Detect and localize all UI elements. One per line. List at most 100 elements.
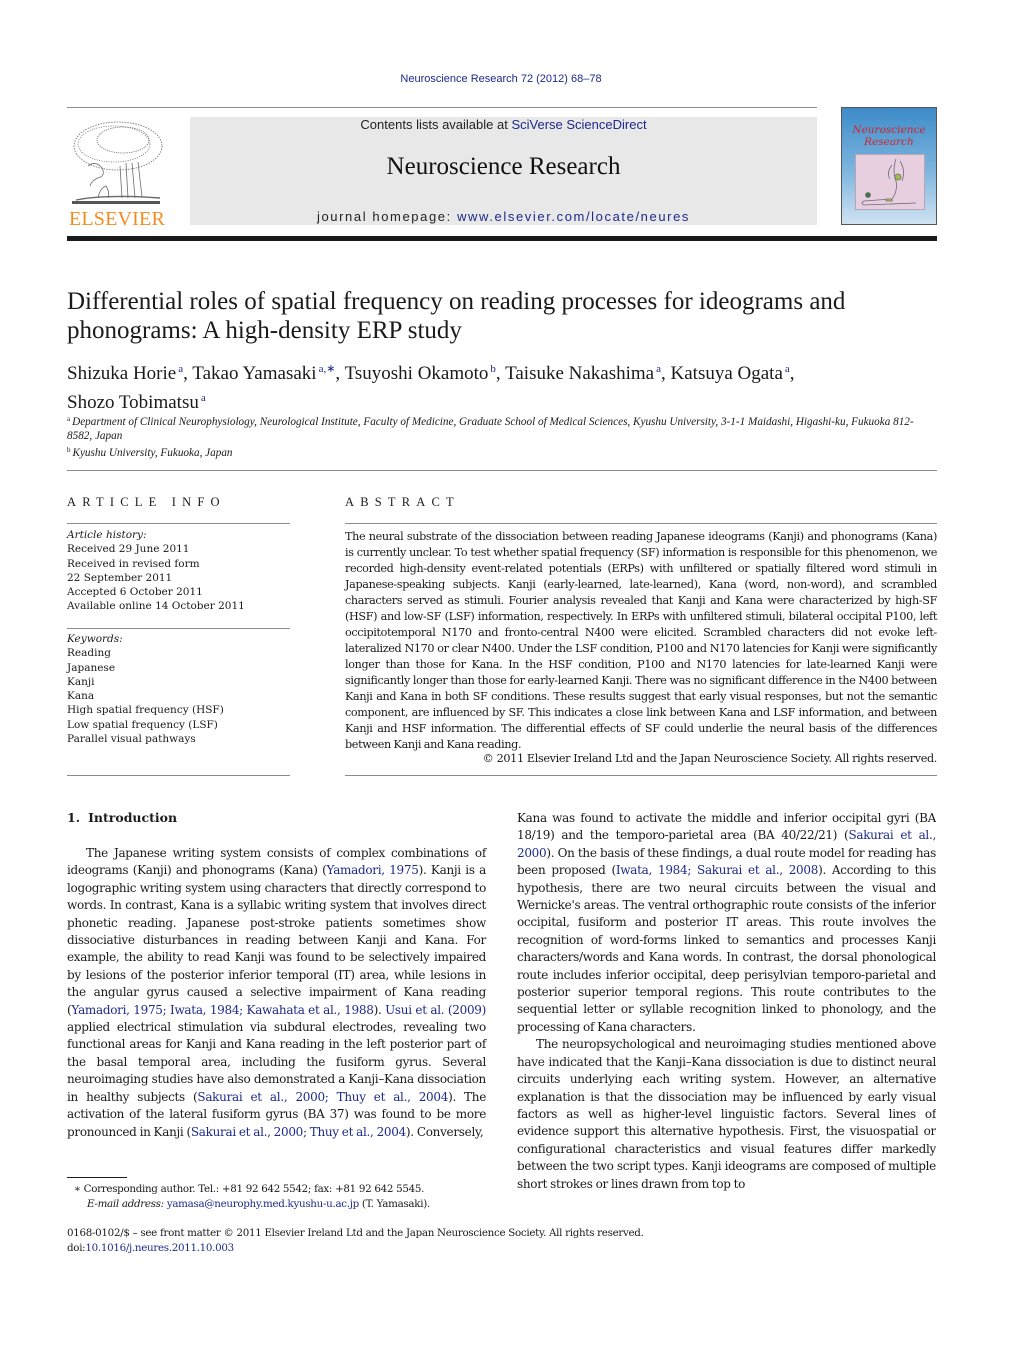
author[interactable]: Tsuyoshi Okamoto b <box>345 363 496 384</box>
front-matter: 0168-0102/$ – see front matter © 2011 El… <box>67 1226 767 1256</box>
keyword: Kanji <box>67 675 95 688</box>
body-text: ). Conversely, <box>405 1124 484 1139</box>
author-name: Shizuka Horie <box>67 363 177 384</box>
cover-title: Neuroscience Research <box>842 124 936 148</box>
author-separator: , <box>661 363 671 384</box>
journal-name: Neuroscience Research <box>386 153 621 180</box>
journal-cover-image[interactable]: Neuroscience Research <box>841 107 937 225</box>
abstract-heading: ABSTRACT <box>345 495 460 509</box>
keyword: Reading <box>67 647 111 660</box>
affiliation-b: b Kyushu University, Fukuoka, Japan <box>67 443 937 460</box>
history-item: Received in revised form <box>67 557 200 570</box>
doi-link[interactable]: 10.1016/j.neures.2011.10.003 <box>85 1242 234 1254</box>
keyword: Low spatial frequency (LSF) <box>67 718 218 731</box>
reference-link[interactable]: Sakurai et al., 2000; Thuy et al., 2004 <box>197 1090 448 1104</box>
reference-link[interactable]: Yamadori, 1975; Iwata, 1984; Kawahata et… <box>71 1003 373 1017</box>
journal-citation-link[interactable]: Neuroscience Research 72 (2012) 68–78 <box>0 73 1002 85</box>
article-title: Differential roles of spatial frequency … <box>67 288 846 344</box>
paragraph: Kana was found to activate the middle an… <box>517 810 936 1036</box>
reference-link[interactable]: Yamadori, 1975 <box>327 863 419 877</box>
affiliation-marker[interactable]: a <box>201 392 206 404</box>
elsevier-tree-icon <box>72 121 163 204</box>
affiliation-text: Department of Clinical Neurophysiology, … <box>67 416 914 442</box>
corresponding-author-note: ∗ Corresponding author. Tel.: +81 92 642… <box>74 1183 425 1195</box>
body-text: ). Kanji is a logographic writing system… <box>67 863 486 1017</box>
paragraph: The Japanese writing system consists of … <box>67 845 486 1141</box>
journal-homepage-link[interactable]: www.elsevier.com/locate/neures <box>457 209 690 224</box>
sciencedirect-link[interactable]: SciVerse ScienceDirect <box>511 117 646 132</box>
elsevier-logo[interactable]: ELSEVIER <box>66 116 168 230</box>
affiliation-key: a <box>67 415 71 423</box>
author[interactable]: Katsuya Ogata a <box>671 363 790 384</box>
email-link[interactable]: yamasa@neurophy.med.kyushu-u.ac.jp <box>167 1198 359 1210</box>
reference-link[interactable]: Usui et al. (2009) <box>385 1003 486 1017</box>
abstract-rule <box>345 523 937 524</box>
footnotes: ∗ Corresponding author. Tel.: +81 92 642… <box>74 1182 504 1212</box>
article-history: Article history: Received 29 June 2011 R… <box>67 528 290 614</box>
author-separator: , <box>183 363 193 384</box>
history-item: Accepted 6 October 2011 <box>67 586 203 599</box>
affiliation-text: Kyushu University, Fukuoka, Japan <box>72 447 233 459</box>
header-divider-bar <box>67 236 937 241</box>
email-note: E-mail address: yamasa@neurophy.med.kyus… <box>74 1197 504 1212</box>
abstract-bottom-rule <box>345 775 937 776</box>
doi-line: doi:10.1016/j.neures.2011.10.003 <box>67 1241 767 1256</box>
title-divider <box>67 470 937 471</box>
author-list: Shizuka Horie a, Takao Yamasaki a,∗, Tsuyo… <box>67 357 947 415</box>
contents-prefix: Contents lists available at <box>360 117 512 132</box>
homepage-prefix: journal homepage: <box>316 209 458 224</box>
author-name: Taisuke Nakashima <box>505 363 655 384</box>
author-name: Shozo Tobimatsu <box>67 392 199 413</box>
affiliation-a: a Department of Clinical Neurophysiology,… <box>67 412 937 443</box>
section-number: 1. <box>67 810 81 825</box>
cover-illustration <box>855 154 925 210</box>
body-column-left: The Japanese writing system consists of … <box>67 845 486 1141</box>
author[interactable]: Takao Yamasaki a,∗ <box>192 363 335 384</box>
author-name: Takao Yamasaki <box>192 363 317 384</box>
doi-prefix: doi: <box>67 1242 86 1254</box>
keywords: Keywords: Reading Japanese Kanji Kana Hi… <box>67 632 290 746</box>
email-suffix: (T. Yamasaki). <box>358 1198 430 1210</box>
affiliations: a Department of Clinical Neurophysiology,… <box>67 412 937 460</box>
author-name: Tsuyoshi Okamoto <box>344 363 489 384</box>
author-name: Katsuya Ogata <box>670 363 783 384</box>
author[interactable]: Shizuka Horie a <box>67 363 183 384</box>
front-matter-text: 0168-0102/$ – see front matter © 2011 El… <box>67 1227 644 1239</box>
section-heading-introduction: 1. Introduction <box>67 810 177 825</box>
keywords-label: Keywords: <box>67 633 123 645</box>
affiliation-marker[interactable]: a,∗ <box>319 363 336 375</box>
article-history-label: Article history: <box>67 529 147 541</box>
paragraph: The neuropsychological and neuroimaging … <box>517 1037 936 1191</box>
body-text: ). According to this hypothesis, there a… <box>517 863 936 1034</box>
footnote-rule <box>67 1177 127 1178</box>
article-info-bottom-rule <box>67 775 290 776</box>
author[interactable]: Taisuke Nakashima a <box>505 363 661 384</box>
history-item: 22 September 2011 <box>67 571 173 584</box>
contents-availability: Contents lists available at SciVerse Sci… <box>190 117 817 132</box>
keyword: Parallel visual pathways <box>67 733 196 746</box>
author-separator: , <box>335 363 345 384</box>
article-info-heading: ARTICLE INFO <box>67 495 226 509</box>
reference-link[interactable]: Iwata, 1984; Sakurai et al., 2008 <box>616 863 819 877</box>
author-separator: , <box>495 363 506 384</box>
body-column-right: Kana was found to activate the middle an… <box>517 810 936 1193</box>
body-text: ). <box>373 1002 386 1017</box>
history-item: Received 29 June 2011 <box>67 543 190 556</box>
email-label: E-mail address: <box>87 1198 167 1210</box>
cover-title-line-1: Neuroscience <box>852 124 926 136</box>
reference-link[interactable]: Sakurai et al., 2000; Thuy et al., 2004 <box>191 1125 406 1139</box>
abstract-text: The neural substrate of the dissociation… <box>345 530 937 751</box>
header-top-rule <box>67 107 817 108</box>
keyword: High spatial frequency (HSF) <box>67 704 224 717</box>
abstract-copyright: © 2011 Elsevier Ireland Ltd and the Japa… <box>482 752 938 765</box>
author-separator: , <box>789 363 795 384</box>
article-info-rule <box>67 523 290 524</box>
author[interactable]: Shozo Tobimatsu a <box>67 392 206 413</box>
neuron-illustration-icon <box>861 158 917 206</box>
cover-title-line-2: Research <box>864 136 914 148</box>
elsevier-wordmark: ELSEVIER <box>68 208 166 230</box>
journal-homepage: journal homepage: www.elsevier.com/locat… <box>190 209 817 224</box>
section-title: Introduction <box>88 810 178 825</box>
keywords-rule <box>67 628 290 629</box>
affiliation-key: b <box>67 446 71 454</box>
